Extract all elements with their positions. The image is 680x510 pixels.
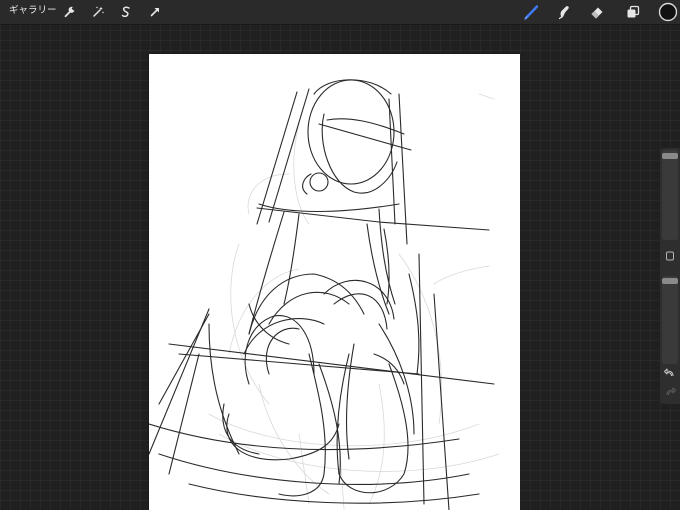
brush-icon: [524, 5, 539, 20]
magic-wand-icon: [93, 6, 104, 17]
square-modify-icon: [666, 251, 674, 261]
actions-button[interactable]: [61, 3, 79, 21]
color-button[interactable]: [658, 2, 678, 22]
adjustments-button[interactable]: [89, 3, 107, 21]
selection-button[interactable]: [117, 3, 135, 21]
transform-arrow-icon: [150, 8, 159, 17]
brush-sidebar: [660, 148, 680, 404]
drawing-canvas[interactable]: [149, 54, 520, 510]
opacity-slider[interactable]: [662, 276, 678, 364]
procreate-app: ギャラリー: [0, 0, 680, 510]
eraser-button[interactable]: [588, 3, 606, 21]
sketch-artwork: [149, 79, 500, 510]
paint-brush-button[interactable]: [522, 3, 540, 21]
top-toolbar: ギャラリー: [0, 0, 680, 25]
undo-button[interactable]: [662, 366, 678, 380]
color-swatch-icon: [658, 2, 678, 22]
wrench-icon: [64, 6, 75, 18]
redo-button[interactable]: [662, 385, 678, 399]
brush-size-slider[interactable]: [662, 150, 678, 240]
layers-icon: [627, 5, 640, 18]
opacity-thumb[interactable]: [662, 278, 678, 284]
eraser-icon: [591, 7, 603, 19]
undo-icon: [664, 368, 674, 377]
gallery-button[interactable]: ギャラリー: [9, 5, 57, 17]
smudge-icon: [558, 6, 569, 20]
transform-button[interactable]: [146, 3, 164, 21]
layers-button[interactable]: [624, 3, 642, 21]
redo-icon: [666, 387, 676, 396]
modify-button[interactable]: [662, 249, 678, 263]
smudge-button[interactable]: [555, 3, 573, 21]
brush-size-thumb[interactable]: [662, 153, 678, 159]
selection-s-icon: [121, 6, 130, 18]
